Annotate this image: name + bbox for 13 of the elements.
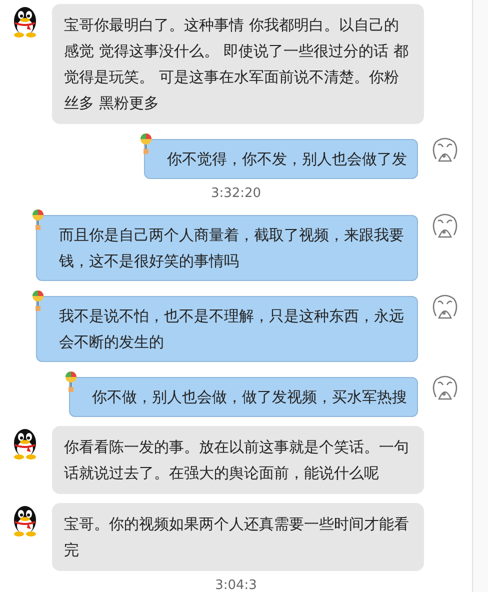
message-bubble: 宝哥你最明白了。这种事情 你我都明白。以自己的感觉 觉得这事没什么。 即使说了一些很过分的话 都觉得是玩笑。 可是这事在水军面前说不清楚。你粉丝多 黑粉更多: [52, 4, 424, 124]
message-bubble: 你不做，别人也会做，做了发视频，买水军热搜: [69, 377, 418, 417]
message-bubble: 你看看陈一发的事。放在以前这事就是个笑话。一句话就说过去了。在强大的舆论面前，能说什么呢: [52, 426, 424, 494]
timestamp: 3:32:20: [210, 186, 262, 201]
balloon-icon: [32, 290, 44, 312]
timestamp: 3:04:3: [215, 578, 257, 592]
message-bubble: 宝哥。你的视频如果两个人还真需要一些时间才能看完: [52, 503, 424, 571]
message-bubble: 我不是说不怕，也不是不理解，只是这种东西，永远会不断的发生的: [36, 296, 418, 362]
balloon-icon: [65, 371, 77, 393]
message-bubble: 而且你是自己两个人商量着，截取了视频，来跟我要钱，这不是很好笑的事情吗: [36, 215, 418, 281]
balloon-icon: [32, 209, 44, 231]
balloon-icon: [140, 133, 152, 155]
message-bubble: 你不觉得，你不发，别人也会做了发: [144, 139, 418, 179]
